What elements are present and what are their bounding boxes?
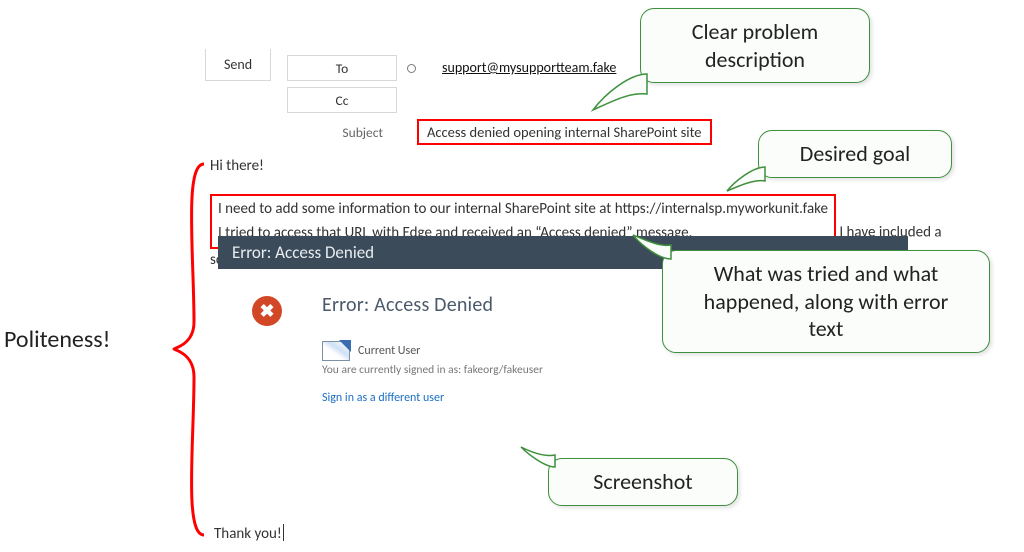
annotation-screenshot: Screenshot <box>548 458 738 506</box>
error-heading: Error: Access Denied <box>322 293 543 317</box>
signed-in-text: You are currently signed in as: fakeorg/… <box>322 363 543 377</box>
thanks-text: Thank you! <box>214 525 282 543</box>
error-icon: ✖ <box>252 296 282 326</box>
current-user-label: Current User <box>358 344 420 358</box>
send-button[interactable]: Send <box>205 49 271 81</box>
callout-tail-icon <box>589 66 649 114</box>
annotation-politeness: Politeness! <box>4 325 110 354</box>
annotation-desired-goal-text: Desired goal <box>800 140 910 167</box>
user-page-icon <box>322 341 350 361</box>
body-line1: I need to add some information to our in… <box>218 200 828 218</box>
callout-tail-icon <box>629 231 673 267</box>
annotation-screenshot-text: Screenshot <box>593 468 692 495</box>
presence-icon <box>407 64 416 73</box>
signin-different-user-link[interactable]: Sign in as a different user <box>322 391 543 405</box>
annotation-desired-goal: Desired goal <box>758 130 952 178</box>
annotation-clear-problem-text: Clear problem description <box>692 18 819 73</box>
screenshot-content: Error: Access Denied Current User You ar… <box>322 293 543 405</box>
to-button[interactable]: To <box>287 55 397 81</box>
diagram-canvas: Send To support@mysupportteam.fake Cc Su… <box>0 0 1024 552</box>
text-cursor <box>283 524 284 541</box>
brace-icon <box>170 162 208 537</box>
current-user-row: Current User <box>322 341 543 361</box>
politeness-brace <box>170 162 208 537</box>
cc-button[interactable]: Cc <box>287 87 397 113</box>
subject-label: Subject <box>287 124 397 141</box>
annotation-clear-problem: Clear problem description <box>640 8 870 83</box>
callout-tail-icon <box>723 161 767 195</box>
subject-input-highlight[interactable]: Access denied opening internal SharePoin… <box>417 119 712 145</box>
annotation-what-tried: What was tried and what happened, along … <box>662 250 990 353</box>
annotation-what-tried-text: What was tried and what happened, along … <box>704 260 949 342</box>
callout-tail-icon <box>517 443 557 475</box>
closing-text: Thank you! <box>214 524 284 543</box>
to-recipients[interactable]: support@mysupportteam.fake <box>397 59 620 77</box>
